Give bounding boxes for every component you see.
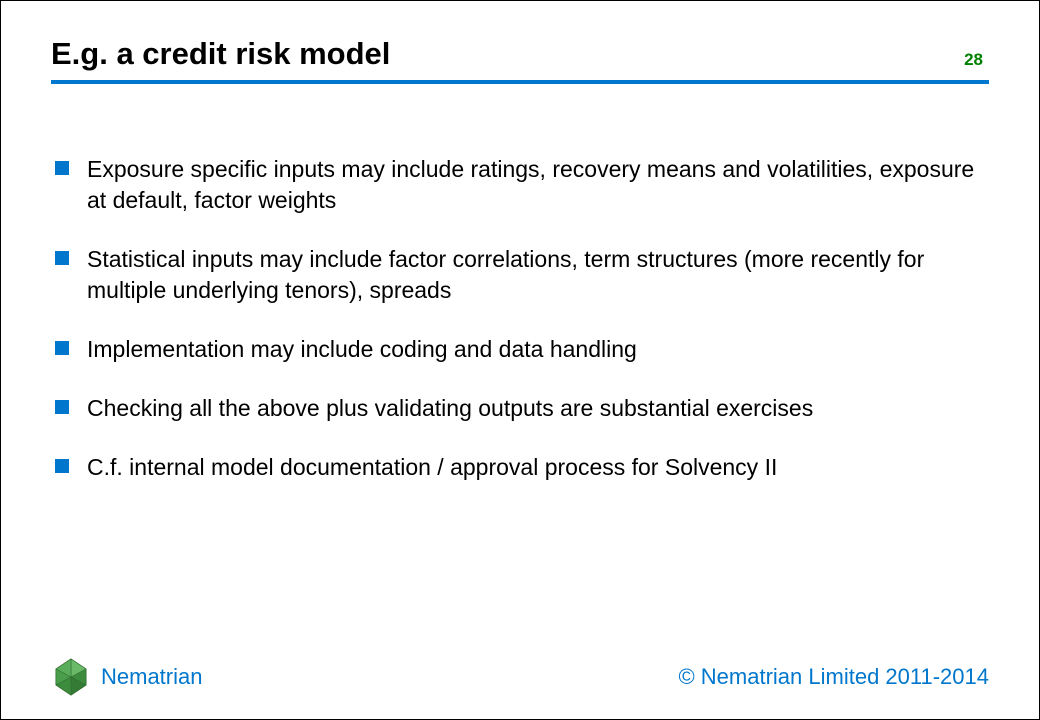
slide-title: E.g. a credit risk model bbox=[51, 36, 390, 72]
slide-footer: Nematrian © Nematrian Limited 2011-2014 bbox=[51, 657, 989, 697]
brand-name: Nematrian bbox=[101, 664, 202, 690]
footer-left: Nematrian bbox=[51, 657, 202, 697]
bullet-square-icon bbox=[55, 400, 69, 414]
slide-container: E.g. a credit risk model 28 Exposure spe… bbox=[1, 1, 1039, 719]
bullet-item: Exposure specific inputs may include rat… bbox=[55, 154, 989, 216]
bullet-text: Checking all the above plus validating o… bbox=[87, 393, 813, 424]
slide-content: Exposure specific inputs may include rat… bbox=[51, 154, 989, 483]
bullet-text: Statistical inputs may include factor co… bbox=[87, 244, 989, 306]
bullet-square-icon bbox=[55, 251, 69, 265]
bullet-text: Implementation may include coding and da… bbox=[87, 334, 637, 365]
bullet-item: C.f. internal model documentation / appr… bbox=[55, 452, 989, 483]
bullet-text: C.f. internal model documentation / appr… bbox=[87, 452, 777, 483]
copyright-text: © Nematrian Limited 2011-2014 bbox=[678, 664, 989, 690]
header-row: E.g. a credit risk model 28 bbox=[51, 36, 989, 80]
bullet-item: Statistical inputs may include factor co… bbox=[55, 244, 989, 306]
page-number: 28 bbox=[964, 50, 989, 72]
nematrian-logo-icon bbox=[51, 657, 91, 697]
bullet-square-icon bbox=[55, 341, 69, 355]
bullet-item: Checking all the above plus validating o… bbox=[55, 393, 989, 424]
title-separator bbox=[51, 80, 989, 84]
bullet-square-icon bbox=[55, 459, 69, 473]
bullet-item: Implementation may include coding and da… bbox=[55, 334, 989, 365]
bullet-square-icon bbox=[55, 161, 69, 175]
bullet-text: Exposure specific inputs may include rat… bbox=[87, 154, 989, 216]
